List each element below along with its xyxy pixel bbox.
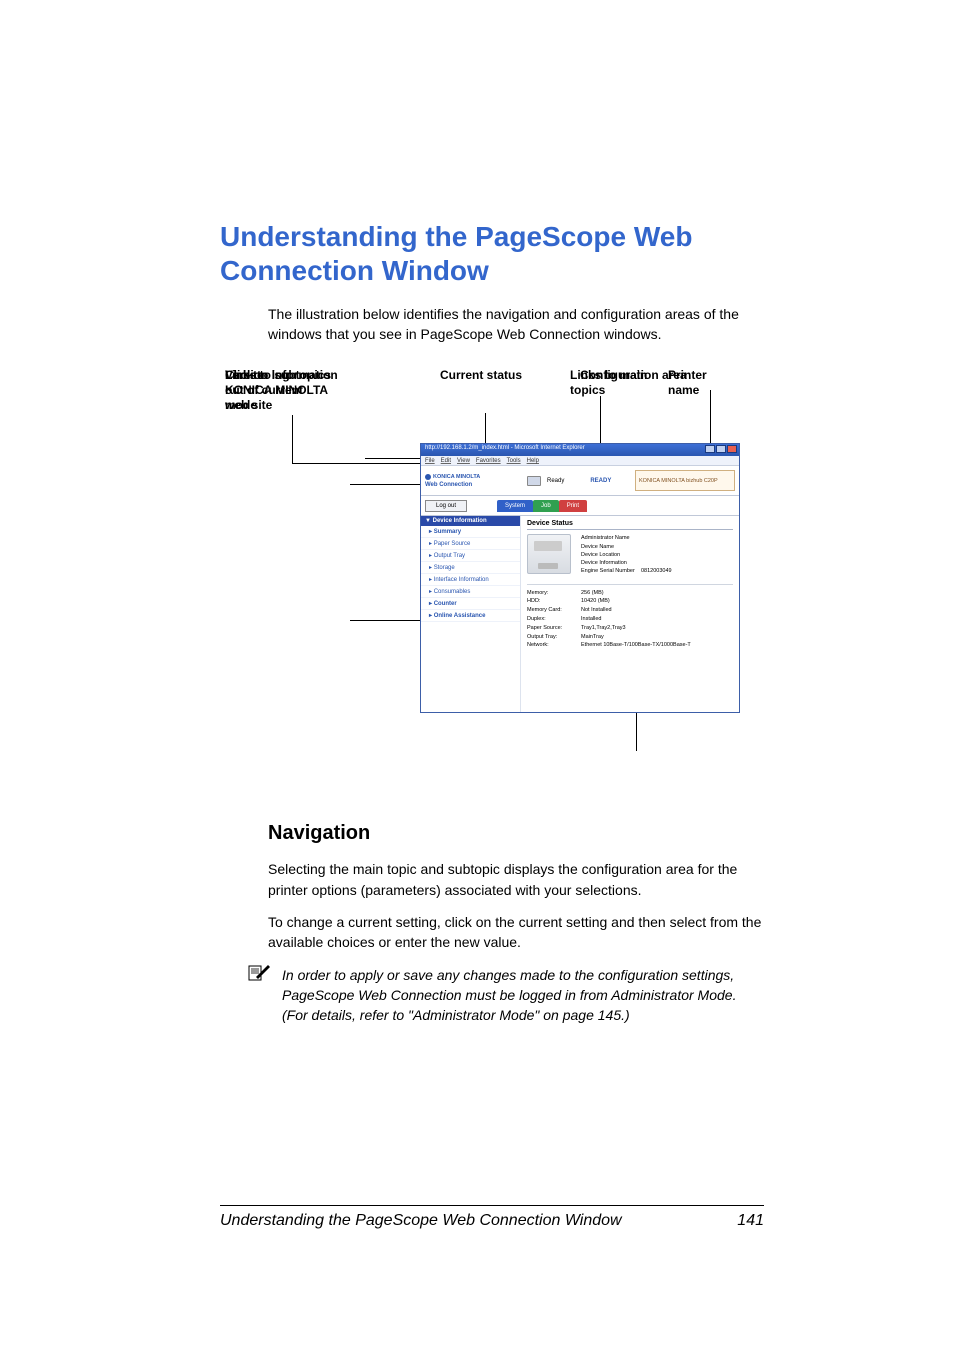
printer-status-icon <box>527 476 541 486</box>
menu-help[interactable]: Help <box>527 458 539 464</box>
note-icon <box>248 965 272 1026</box>
maximize-button[interactable] <box>716 445 726 453</box>
status-badge: READY <box>590 478 611 484</box>
browser-titlebar: http://192.168.1.2/m_index.html - Micros… <box>421 444 739 456</box>
tab-system[interactable]: System <box>497 500 533 512</box>
close-button[interactable] <box>727 445 737 453</box>
annotated-diagram: Link toKONICA MINOLTAweb site Current st… <box>280 368 740 788</box>
label-current-status: Current status <box>440 368 522 383</box>
page-title: Understanding the PageScope Web Connecti… <box>220 220 764 287</box>
sidebar-item-output-tray[interactable]: ▸ Output Tray <box>421 550 520 562</box>
nav-paragraph-1: Selecting the main topic and subtopic di… <box>268 859 764 900</box>
sidebar-item-online-assistance[interactable]: ▸ Online Assistance <box>421 610 520 622</box>
footer-title: Understanding the PageScope Web Connecti… <box>220 1212 622 1230</box>
sidebar-item-interface-info[interactable]: ▸ Interface Information <box>421 574 520 586</box>
page-number: 141 <box>737 1212 764 1230</box>
browser-menubar: File Edit View Favorites Tools Help <box>421 456 739 466</box>
browser-window: http://192.168.1.2/m_index.html - Micros… <box>420 443 740 713</box>
sidebar: ▼ Device Information ▸ Summary ▸ Paper S… <box>421 516 521 712</box>
label-config-area: Configuration area <box>580 368 687 383</box>
web-connection-label: Web Connection <box>425 482 517 488</box>
tab-print[interactable]: Print <box>559 500 587 512</box>
sidebar-item-summary[interactable]: ▸ Summary <box>421 526 520 538</box>
menu-tools[interactable]: Tools <box>507 458 521 464</box>
page-footer: Understanding the PageScope Web Connecti… <box>220 1205 764 1230</box>
sidebar-item-consumables[interactable]: ▸ Consumables <box>421 586 520 598</box>
label-links-subtopics: Links to subtopics <box>225 368 331 383</box>
tab-job[interactable]: Job <box>533 500 559 512</box>
status-ready-text: Ready <box>547 478 564 484</box>
device-info-list: Administrator Name Device Name Device Lo… <box>581 534 672 575</box>
konica-minolta-logo[interactable]: KONICA MINOLTA <box>425 474 517 480</box>
menu-view[interactable]: View <box>457 458 470 464</box>
sidebar-item-counter[interactable]: ▸ Counter <box>421 598 520 610</box>
printer-name-box: KONICA MINOLTA bizhub C20P <box>635 470 735 491</box>
printer-image <box>527 534 571 574</box>
minimize-button[interactable] <box>705 445 715 453</box>
intro-paragraph: The illustration below identifies the na… <box>268 305 764 344</box>
logout-button[interactable]: Log out <box>425 500 467 512</box>
menu-file[interactable]: File <box>425 458 435 464</box>
sidebar-item-paper-source[interactable]: ▸ Paper Source <box>421 538 520 550</box>
menu-favorites[interactable]: Favorites <box>476 458 501 464</box>
sidebar-item-storage[interactable]: ▸ Storage <box>421 562 520 574</box>
menu-edit[interactable]: Edit <box>441 458 451 464</box>
nav-paragraph-2: To change a current setting, click on th… <box>268 912 764 953</box>
content-title: Device Status <box>527 520 733 530</box>
device-spec-list: Memory:256 (MB) HDD:10420 (MB) Memory Ca… <box>527 584 733 651</box>
note-text: In order to apply or save any changes ma… <box>282 965 764 1026</box>
navigation-heading: Navigation <box>268 822 764 845</box>
sidebar-header: ▼ Device Information <box>421 516 520 526</box>
titlebar-text: http://192.168.1.2/m_index.html - Micros… <box>425 445 585 451</box>
configuration-area: Device Status Administrator Name Device … <box>521 516 739 712</box>
